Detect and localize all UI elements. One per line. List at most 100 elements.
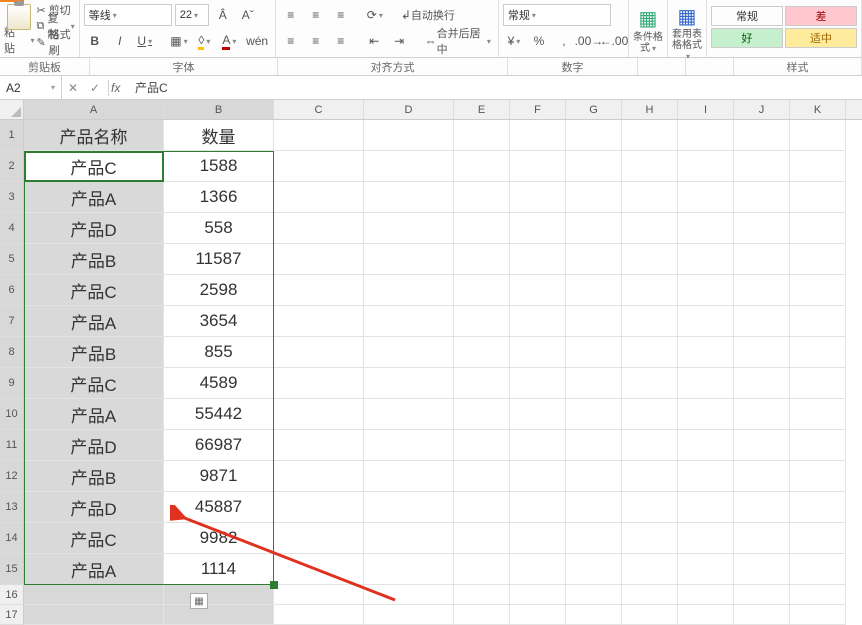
col-header-B[interactable]: B <box>164 100 274 119</box>
fill-handle[interactable] <box>270 581 278 589</box>
number-format-select[interactable]: 常规 <box>503 4 611 26</box>
cell-name[interactable]: 产品C <box>24 151 164 181</box>
cell-name[interactable]: 产品D <box>24 213 164 243</box>
percent-button[interactable]: % <box>528 30 550 52</box>
col-header-E[interactable]: E <box>454 100 510 119</box>
row-header[interactable]: 6 <box>0 275 24 306</box>
row-header[interactable]: 13 <box>0 492 24 523</box>
cancel-formula-button[interactable]: ✕ <box>62 81 84 95</box>
cell-qty[interactable]: 1588 <box>164 151 274 181</box>
col-header-I[interactable]: I <box>678 100 734 119</box>
orientation-button[interactable]: ⟳ <box>364 4 386 26</box>
align-right-button[interactable]: ≡ <box>330 30 352 52</box>
name-box[interactable]: A2 <box>0 76 62 99</box>
row-header[interactable]: 12 <box>0 461 24 492</box>
font-name-select[interactable]: 等线 <box>84 4 172 26</box>
font-size-select[interactable]: 22 <box>175 4 209 26</box>
select-all-corner[interactable] <box>0 100 24 119</box>
row-header[interactable]: 5 <box>0 244 24 275</box>
align-center-button[interactable]: ≡ <box>305 30 327 52</box>
row-header[interactable]: 7 <box>0 306 24 337</box>
fx-label[interactable]: fx <box>111 81 129 95</box>
cell-qty[interactable]: 9871 <box>164 461 274 491</box>
cell-qty[interactable]: 558 <box>164 213 274 243</box>
cell-name[interactable]: 产品B <box>24 337 164 367</box>
cell-qty[interactable]: 855 <box>164 337 274 367</box>
paste-button[interactable]: 粘贴 <box>4 2 34 50</box>
style-neutral[interactable]: 适中 <box>785 28 857 48</box>
row-header[interactable]: 9 <box>0 368 24 399</box>
format-painter-button[interactable]: ✎ 格式刷 <box>36 34 74 50</box>
accounting-format-button[interactable]: ¥ <box>503 30 525 52</box>
cell-name[interactable]: 产品A <box>24 182 164 212</box>
border-button[interactable]: ▦ <box>168 30 191 52</box>
row-header[interactable]: 17 <box>0 605 24 625</box>
cell-qty[interactable]: 66987 <box>164 430 274 460</box>
row-header[interactable]: 2 <box>0 151 24 182</box>
cell-qty[interactable]: 11587 <box>164 244 274 274</box>
align-bottom-button[interactable]: ≡ <box>330 4 352 26</box>
header-cell-qty[interactable]: 数量 <box>164 120 274 150</box>
cell-name[interactable]: 产品D <box>24 430 164 460</box>
col-header-A[interactable]: A <box>24 100 164 119</box>
bold-button[interactable]: B <box>84 30 106 52</box>
table-format-button[interactable]: ▦ 套用表格格式 <box>668 0 707 57</box>
cell-qty[interactable]: 9982 <box>164 523 274 553</box>
row-header[interactable]: 1 <box>0 120 24 151</box>
col-header-C[interactable]: C <box>274 100 364 119</box>
row-header[interactable]: 11 <box>0 430 24 461</box>
cell-name[interactable]: 产品A <box>24 306 164 336</box>
underline-button[interactable]: U <box>134 30 156 52</box>
cell-name[interactable]: 产品C <box>24 368 164 398</box>
decrease-font-button[interactable]: Aˇ <box>237 4 259 26</box>
phonetic-button[interactable]: wén <box>243 30 270 52</box>
font-color-button[interactable]: A <box>218 30 240 52</box>
decrease-decimal-button[interactable]: ←.00 <box>603 30 625 52</box>
increase-indent-button[interactable]: ⇥ <box>388 30 410 52</box>
cell-name[interactable]: 产品A <box>24 399 164 429</box>
cell-name[interactable]: 产品B <box>24 244 164 274</box>
align-top-button[interactable]: ≡ <box>280 4 302 26</box>
cell-name[interactable]: 产品B <box>24 461 164 491</box>
style-bad[interactable]: 差 <box>785 6 857 26</box>
comma-button[interactable]: , <box>553 30 575 52</box>
row-header[interactable]: 10 <box>0 399 24 430</box>
accept-formula-button[interactable]: ✓ <box>84 81 106 95</box>
cell-qty[interactable]: 55442 <box>164 399 274 429</box>
wrap-text-button[interactable]: ↲ 自动换行 <box>398 4 458 26</box>
cell-name[interactable]: 产品A <box>24 554 164 584</box>
cell-name[interactable]: 产品D <box>24 492 164 522</box>
row-header[interactable]: 14 <box>0 523 24 554</box>
cell-qty[interactable]: 4589 <box>164 368 274 398</box>
row-header[interactable]: 16 <box>0 585 24 605</box>
cells-area[interactable]: 产品名称 数量 产品C 1588 产品A 1366 产品D 5 <box>24 120 846 625</box>
quick-analysis-button[interactable]: ▦ <box>190 593 208 609</box>
decrease-indent-button[interactable]: ⇤ <box>363 30 385 52</box>
col-header-G[interactable]: G <box>566 100 622 119</box>
col-header-K[interactable]: K <box>790 100 846 119</box>
style-normal[interactable]: 常规 <box>711 6 783 26</box>
row-header[interactable]: 4 <box>0 213 24 244</box>
row-header[interactable]: 3 <box>0 182 24 213</box>
cell-name[interactable]: 产品C <box>24 275 164 305</box>
style-good[interactable]: 好 <box>711 28 783 48</box>
increase-font-button[interactable]: Â <box>212 4 234 26</box>
col-header-F[interactable]: F <box>510 100 566 119</box>
cell-qty[interactable]: 3654 <box>164 306 274 336</box>
conditional-format-button[interactable]: ▦ 条件格式 <box>629 0 668 57</box>
col-header-J[interactable]: J <box>734 100 790 119</box>
cell-qty[interactable]: 1114 <box>164 554 274 584</box>
align-middle-button[interactable]: ≡ <box>305 4 327 26</box>
italic-button[interactable]: I <box>109 30 131 52</box>
formula-input[interactable]: 产品C <box>129 79 862 96</box>
cell-name[interactable]: 产品C <box>24 523 164 553</box>
align-left-button[interactable]: ≡ <box>280 30 302 52</box>
fill-color-button[interactable]: ◊ <box>193 30 215 52</box>
col-header-H[interactable]: H <box>622 100 678 119</box>
merge-center-button[interactable]: ⇔ 合并后居中 <box>422 30 494 52</box>
col-header-D[interactable]: D <box>364 100 454 119</box>
cell-qty[interactable]: 45887 <box>164 492 274 522</box>
row-header[interactable]: 15 <box>0 554 24 585</box>
cell-qty[interactable]: 1366 <box>164 182 274 212</box>
increase-decimal-button[interactable]: .00→ <box>578 30 600 52</box>
